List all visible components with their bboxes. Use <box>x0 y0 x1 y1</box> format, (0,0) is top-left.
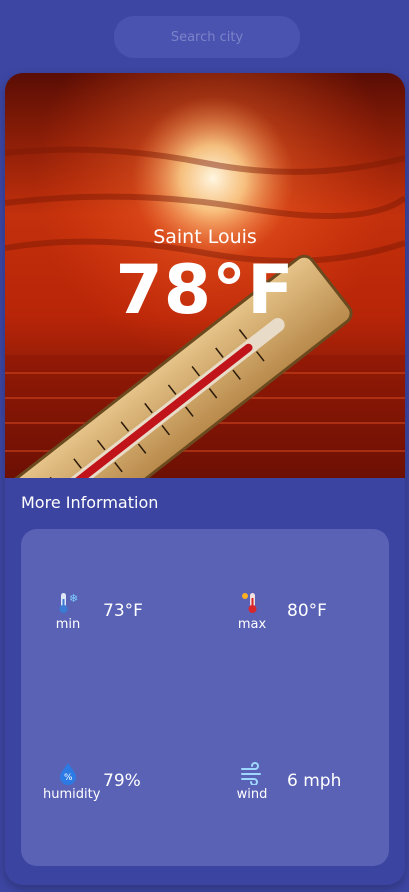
search-input[interactable] <box>114 16 300 58</box>
svg-text:❄: ❄ <box>69 592 78 605</box>
stat-wind-label: wind <box>236 787 268 802</box>
stat-humidity-label: humidity <box>43 787 101 802</box>
humidity-drop-icon: % <box>43 761 93 790</box>
stat-min-value: 73°F <box>103 601 143 621</box>
stat-max-value: 80°F <box>287 601 327 621</box>
stat-max: max 80°F <box>227 591 377 641</box>
city-name: Saint Louis <box>153 226 257 248</box>
stat-min-label: min <box>55 617 81 632</box>
current-temperature: 78°F <box>115 251 295 330</box>
stat-humidity: % humidity 79% <box>43 761 193 811</box>
svg-text:%: % <box>64 773 73 783</box>
more-info-panel: ❄ min 73°F max 80°F % humidity 79% wind … <box>21 529 389 866</box>
thermometer-snow-icon: ❄ <box>43 591 93 620</box>
more-info-title: More Information <box>21 493 159 512</box>
stat-max-label: max <box>237 617 267 632</box>
stat-humidity-value: 79% <box>103 771 141 791</box>
stat-wind-value: 6 mph <box>287 771 342 791</box>
weather-card: Saint Louis 78°F More Information ❄ min … <box>5 73 405 885</box>
wind-icon <box>227 761 277 790</box>
thermometer-sun-icon <box>227 591 277 620</box>
stat-min: ❄ min 73°F <box>43 591 193 641</box>
stat-wind: wind 6 mph <box>227 761 377 811</box>
weather-hero-image: Saint Louis 78°F <box>5 73 405 478</box>
